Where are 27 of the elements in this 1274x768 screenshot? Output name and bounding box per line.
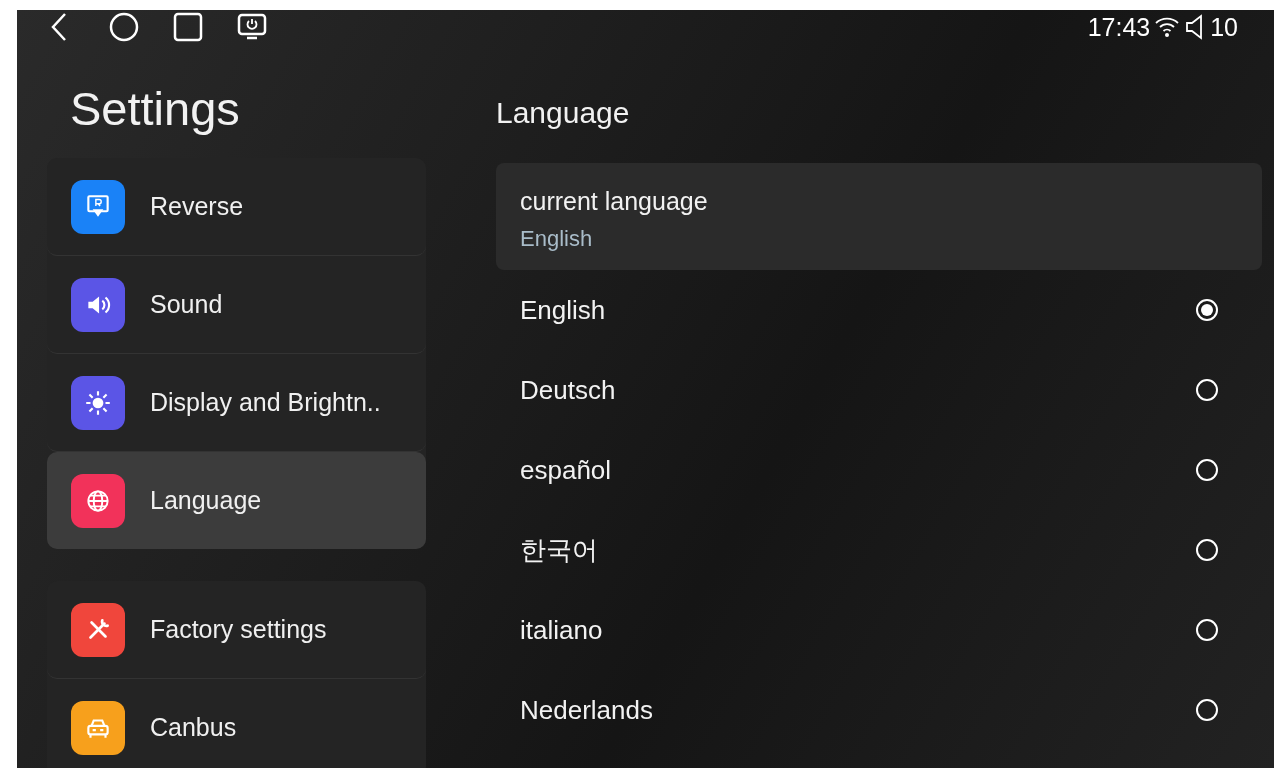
sidebar-item[interactable]: Factory settings bbox=[47, 581, 426, 679]
language-option[interactable]: English bbox=[496, 270, 1262, 350]
clock-time: 17:43 bbox=[1087, 12, 1151, 42]
language-option[interactable]: Deutsch bbox=[496, 350, 1262, 430]
language-option[interactable]: Nederlands bbox=[496, 670, 1262, 750]
sidebar-item[interactable]: Display and Brightn.. bbox=[47, 354, 426, 452]
radio-button[interactable] bbox=[1196, 379, 1218, 401]
radio-button[interactable] bbox=[1196, 699, 1218, 721]
language-option[interactable]: español bbox=[496, 430, 1262, 510]
sidebar-item[interactable]: Sound bbox=[47, 256, 426, 354]
settings-title: Settings bbox=[70, 84, 241, 134]
radio-button[interactable] bbox=[1196, 539, 1218, 561]
home-icon[interactable] bbox=[107, 10, 141, 44]
current-language-value: English bbox=[520, 226, 594, 252]
recents-icon[interactable] bbox=[171, 10, 205, 44]
language-option[interactable]: italiano bbox=[496, 590, 1262, 670]
language-option[interactable]: 한국어 bbox=[496, 510, 1262, 590]
sidebar-item[interactable]: Language bbox=[47, 452, 426, 549]
radio-button[interactable] bbox=[1196, 459, 1218, 481]
sidebar-item[interactable]: Canbus bbox=[47, 679, 426, 768]
wifi-icon bbox=[1154, 15, 1181, 39]
radio-button[interactable] bbox=[1196, 299, 1218, 321]
volume-level: 10 bbox=[1210, 12, 1238, 42]
radio-button[interactable] bbox=[1196, 619, 1218, 641]
sidebar-item[interactable]: Reverse bbox=[47, 158, 426, 256]
current-language-label: current language bbox=[520, 187, 709, 216]
page-title: Language bbox=[496, 96, 631, 130]
